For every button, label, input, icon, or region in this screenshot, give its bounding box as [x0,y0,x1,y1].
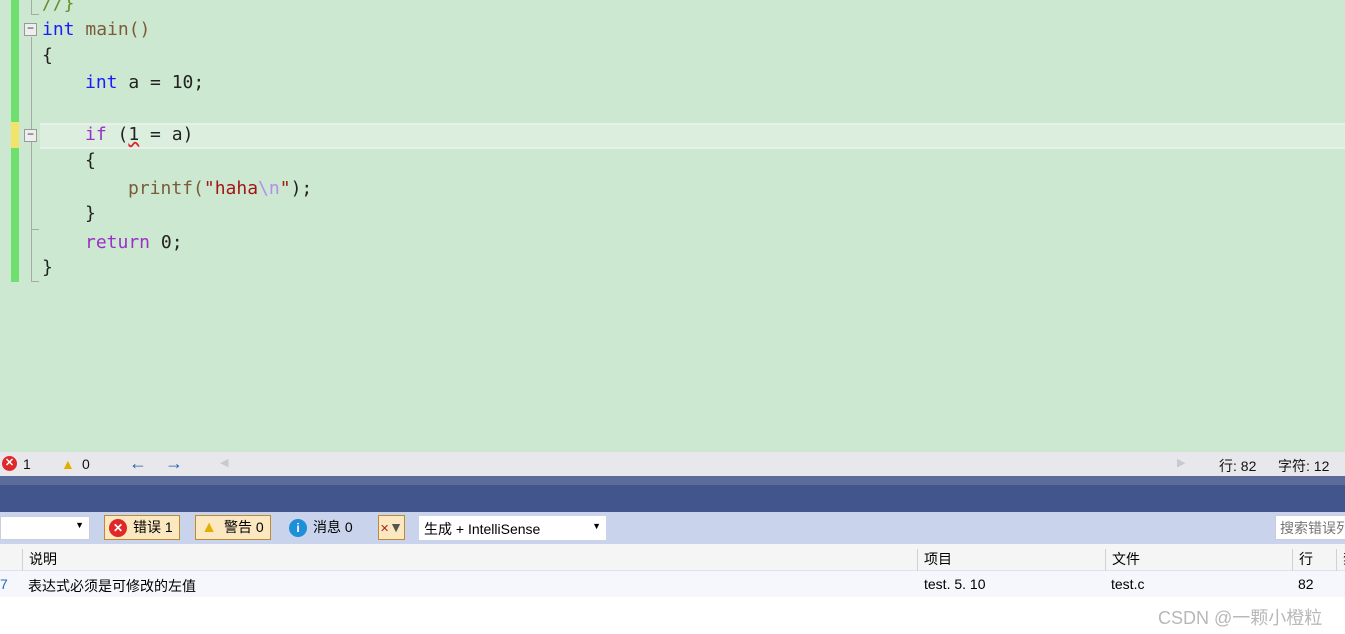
line-indicator: 行: 82 [1219,458,1257,474]
code-line: printf("haha\n"); [128,178,313,199]
search-error-list-input[interactable] [1275,515,1345,540]
error-count[interactable]: 1 [23,456,31,472]
change-marker [11,148,19,282]
warning-icon: ▲ [201,519,217,536]
code-editor[interactable]: − − //} int main() { int a = 10; if (1 =… [0,0,1345,452]
chevron-down-icon: ▼ [592,521,601,531]
warning-icon: ▲ [61,456,75,472]
warning-count[interactable]: 0 [82,456,90,472]
error-list-title-bar [0,485,1345,512]
current-line-highlight [40,123,1345,149]
info-icon: i [289,519,307,537]
change-marker-unsaved [11,122,19,148]
error-project: test. 5. 10 [924,576,986,592]
chevron-down-icon: ▼ [75,520,84,530]
code-line: { [85,150,96,171]
code-line: } [42,257,53,278]
scroll-left-icon[interactable]: ◀ [220,456,228,469]
error-line: 82 [1298,576,1314,592]
error-file: test.c [1111,576,1145,592]
error-list-header: 说明 项目 文件 行 禁 [0,544,1345,571]
code-line: if (1 = a) [85,124,194,145]
error-icon: ✕ [2,456,17,471]
errors-filter-button[interactable]: ✕ 错误 1 [104,515,180,540]
column-header-description[interactable]: 说明 [22,549,57,571]
filter-clear-icon: ✕▼ [379,519,404,535]
code-line: } [85,203,96,224]
previous-arrow-icon[interactable]: ← [129,453,147,474]
messages-filter-button[interactable]: i 消息 0 [284,515,360,540]
panel-divider[interactable] [0,476,1345,485]
column-header-line[interactable]: 行 [1292,549,1313,571]
column-header-file[interactable]: 文件 [1105,549,1140,571]
error-code[interactable]: 7 [0,576,8,592]
code-line: //} [42,0,75,14]
solution-scope-dropdown[interactable]: ▼ [0,516,90,540]
scroll-right-icon[interactable]: ▶ [1177,456,1185,469]
watermark: CSDN @一颗小橙粒 [1158,608,1323,628]
column-header-project[interactable]: 项目 [917,549,952,571]
code-line: int main() [42,19,151,40]
code-line: return 0; [85,232,183,253]
editor-status-bar: ✕ 1 ▲ 0 ← → ◀ ▶ 行: 82 字符: 12 [0,452,1345,476]
table-row[interactable]: 7 表达式必须是可修改的左值 test. 5. 10 test.c 82 [0,571,1345,597]
next-arrow-icon[interactable]: → [165,453,183,474]
char-indicator: 字符: 12 [1278,458,1330,474]
change-marker [11,0,19,122]
code-line: { [42,45,53,66]
code-line: int a = 10; [85,72,205,93]
warnings-filter-button[interactable]: ▲ 警告 0 [195,515,271,540]
clear-filter-button[interactable]: ✕▼ [378,515,405,540]
error-description: 表达式必须是可修改的左值 [28,578,196,594]
column-header-suppression[interactable]: 禁 [1336,549,1345,571]
collapse-main-icon[interactable]: − [24,22,37,36]
collapse-if-icon[interactable]: − [24,128,37,142]
error-icon: ✕ [109,519,127,537]
build-intellisense-dropdown[interactable]: 生成 + IntelliSense ▼ [419,516,606,540]
error-list-toolbar: ▼ ✕ 错误 1 ▲ 警告 0 i 消息 0 ✕▼ 生成 + IntelliSense… [0,512,1345,544]
